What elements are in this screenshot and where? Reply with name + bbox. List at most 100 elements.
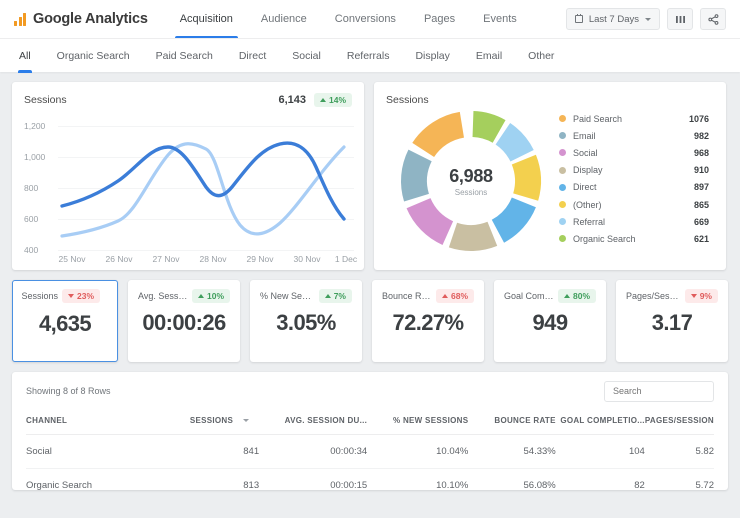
line-chart-delta-badge: 14%: [313, 93, 352, 107]
filter-tab-referrals[interactable]: Referrals: [334, 39, 403, 73]
y-tick-1200: 1,200: [24, 121, 46, 131]
legend-item-email[interactable]: Email 982: [559, 127, 709, 144]
cell-sessions: 841: [164, 434, 260, 469]
x-tick-1: 26 Nov: [105, 254, 133, 264]
top-bar-actions: Last 7 Days: [565, 8, 726, 30]
calendar-icon: [574, 13, 583, 23]
legend-swatch-icon: [559, 149, 566, 157]
tab-conversions[interactable]: Conversions: [321, 0, 410, 38]
filter-tab-direct[interactable]: Direct: [226, 39, 279, 73]
legend-item-other[interactable]: (Other) 865: [559, 196, 709, 213]
filter-tab-paid-search[interactable]: Paid Search: [143, 39, 226, 73]
x-tick-4: 29 Nov: [246, 254, 274, 264]
channels-table-card: Showing 8 of 8 Rows CHANNEL SESSIONS AVG…: [12, 372, 728, 490]
kpi-card-goal-completions[interactable]: Goal Completions 80% 949: [494, 280, 606, 362]
date-range-picker[interactable]: Last 7 Days: [565, 8, 660, 30]
charts-row: Sessions 6,143 14% 1,200 1,000 800 600 4…: [12, 82, 728, 270]
kpi-value: 949: [532, 310, 569, 335]
filter-tab-email[interactable]: Email: [463, 39, 515, 73]
legend-value: 982: [693, 130, 709, 141]
kpi-delta-badge: 10%: [191, 289, 230, 303]
column-header-new-sessions[interactable]: % NEW SESSIONS: [367, 410, 469, 435]
column-header-channel[interactable]: CHANNEL: [26, 410, 165, 435]
filter-tab-organic-search[interactable]: Organic Search: [44, 39, 143, 73]
cell-channel: Organic Search: [26, 468, 165, 490]
kpi-value: 4,635: [38, 311, 92, 336]
legend-item-social[interactable]: Social 968: [559, 144, 709, 161]
arrow-down-icon: [690, 294, 697, 298]
legend-item-direct[interactable]: Direct 897: [559, 179, 709, 196]
kpi-card-pages-per-session[interactable]: Pages/Session 9% 3.17: [616, 280, 728, 362]
share-icon: [707, 13, 718, 25]
row-count-label: Showing 8 of 8 Rows: [26, 386, 111, 396]
legend-label: Direct: [573, 182, 597, 193]
kpi-label: Sessions: [21, 290, 59, 301]
kpi-card-sessions[interactable]: Sessions 23% 4,635: [12, 280, 118, 362]
kpi-value: 72.27%: [392, 310, 464, 335]
legend-value: 669: [693, 216, 709, 227]
filter-tab-social[interactable]: Social: [279, 39, 334, 73]
line-chart-header: Sessions 6,143 14%: [24, 92, 352, 108]
column-header-bounce-rate[interactable]: BOUNCE RATE: [468, 410, 556, 435]
x-tick-3: 28 Nov: [199, 254, 227, 264]
bar-chart-logo-icon: [14, 12, 26, 26]
line-series-svg: [60, 141, 346, 238]
y-tick-800: 800: [24, 183, 39, 193]
legend-swatch-icon: [559, 218, 566, 226]
y-tick-600: 600: [24, 214, 39, 224]
sessions-donut-chart-card: Sessions 6,988 Sessions Paid Search 1076…: [374, 82, 726, 270]
tab-audience[interactable]: Audience: [247, 0, 321, 38]
legend-item-display[interactable]: Display 910: [559, 162, 709, 179]
cell-goal-completions: 104: [555, 434, 645, 469]
share-button[interactable]: [700, 8, 726, 30]
kpi-card-bounce-rate[interactable]: Bounce Rate 68% 72.27%: [372, 280, 484, 362]
column-header-goal-completions[interactable]: GOAL COMPLETIO...: [555, 410, 645, 435]
tab-events[interactable]: Events: [469, 0, 531, 38]
column-header-sessions[interactable]: SESSIONS: [164, 410, 260, 435]
kpi-delta-badge: 7%: [318, 289, 352, 303]
kpi-label: Bounce Rate: [382, 291, 432, 301]
donut-total-caption: Sessions: [454, 187, 488, 197]
filter-tab-all[interactable]: All: [14, 39, 44, 73]
legend-item-organic-search[interactable]: Organic Search 621: [559, 230, 709, 247]
legend-value: 621: [693, 233, 709, 244]
donut-chart-title: Sessions: [386, 94, 429, 106]
legend-swatch-icon: [559, 115, 566, 123]
legend-swatch-icon: [559, 132, 566, 140]
filter-tab-display[interactable]: Display: [402, 39, 462, 73]
legend-value: 910: [693, 165, 709, 176]
donut-legend: Paid Search 1076 Email 982 Social 968 Di…: [559, 110, 709, 248]
table-header-row: CHANNEL SESSIONS AVG. SESSION DU... % NE…: [26, 410, 714, 435]
kpi-delta-badge: 9%: [684, 289, 718, 303]
column-header-pages-per-session[interactable]: PAGES/SESSION: [644, 410, 714, 435]
donut-chart: 6,988 Sessions: [396, 106, 546, 256]
legend-label: Paid Search: [573, 113, 623, 124]
kpi-delta-badge: 80%: [557, 289, 596, 303]
kpi-card-new-sessions[interactable]: % New Sessions 7% 3.05%: [250, 280, 362, 362]
column-header-avg-session-duration[interactable]: AVG. SESSION DU...: [259, 410, 368, 435]
legend-item-paid-search[interactable]: Paid Search 1076: [559, 110, 709, 127]
kpi-card-avg-session-duration[interactable]: Avg. Session Duration 10% 00:00:26: [128, 280, 240, 362]
legend-label: Referral: [573, 216, 606, 227]
cell-bounce-rate: 54.33%: [468, 434, 556, 469]
filter-tab-other[interactable]: Other: [515, 39, 567, 73]
bar-chart-icon: [675, 15, 685, 23]
cell-avg-session-duration: 00:00:34: [259, 434, 368, 469]
segments-button[interactable]: [667, 8, 693, 30]
tab-acquisition[interactable]: Acquisition: [166, 0, 247, 38]
arrow-up-icon: [324, 294, 331, 298]
kpi-label: Goal Completions: [504, 291, 554, 301]
arrow-up-icon: [319, 98, 326, 102]
table-row[interactable]: Social 841 00:00:34 10.04% 54.33% 104 5.…: [26, 434, 714, 469]
legend-label: (Other): [573, 199, 602, 210]
table-row[interactable]: Organic Search 813 00:00:15 10.10% 56.08…: [26, 468, 714, 490]
app-logo: Google Analytics: [14, 11, 148, 27]
line-chart-title: Sessions: [24, 94, 67, 106]
legend-item-referral[interactable]: Referral 669: [559, 213, 709, 230]
kpi-value: 3.05%: [276, 310, 336, 335]
legend-value: 968: [693, 147, 709, 158]
tab-pages[interactable]: Pages: [410, 0, 469, 38]
search-input[interactable]: [604, 380, 714, 402]
y-tick-400: 400: [24, 245, 39, 255]
cell-new-sessions: 10.10%: [367, 468, 469, 490]
